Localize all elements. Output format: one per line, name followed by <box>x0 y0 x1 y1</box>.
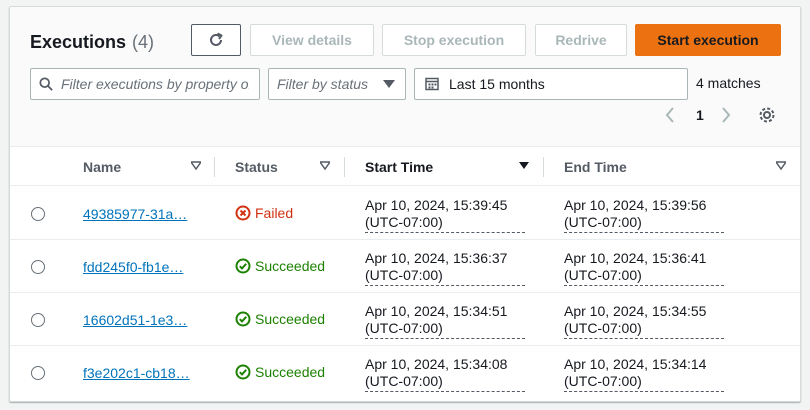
sort-icon <box>320 161 330 171</box>
page-title: Executions <box>30 32 127 52</box>
executions-header: Executions (4) View details Stop executi… <box>10 7 800 147</box>
end-time-date: Apr 10, 2024, 15:34:14 <box>564 356 707 372</box>
column-divider[interactable] <box>214 157 215 177</box>
start-time: Apr 10, 2024, 15:39:45 (UTC-07:00) <box>365 197 525 233</box>
start-time-date: Apr 10, 2024, 15:34:08 <box>365 356 508 372</box>
success-check-icon <box>235 364 251 380</box>
column-label-end-time: End Time <box>564 159 627 175</box>
column-header-end-time[interactable]: End Time <box>564 148 786 186</box>
status-text: Succeeded <box>255 311 326 327</box>
calendar-icon <box>425 77 439 91</box>
status-text: Succeeded <box>255 364 326 380</box>
execution-name-link[interactable]: 16602d51-1e3… <box>83 312 195 328</box>
search-placeholder: Filter executions by property or value <box>61 76 249 92</box>
executions-panel: Executions (4) View details Stop executi… <box>9 6 801 402</box>
execution-name-link[interactable]: f3e202c1-cb18… <box>83 365 195 381</box>
refresh-icon <box>210 32 223 46</box>
sort-icon <box>191 161 201 171</box>
status-indicator: Failed <box>235 205 293 221</box>
execution-name-link[interactable]: fdd245f0-fb1e… <box>83 259 195 275</box>
next-page-icon[interactable] <box>721 105 731 125</box>
status-text: Succeeded <box>255 258 326 274</box>
end-time-date: Apr 10, 2024, 15:34:55 <box>564 303 707 319</box>
refresh-button[interactable] <box>191 24 241 56</box>
end-time: Apr 10, 2024, 15:39:56 (UTC-07:00) <box>564 197 724 233</box>
sort-icon <box>776 161 786 171</box>
table-row[interactable]: 16602d51-1e3… Succeeded Apr 10, 2024, 15… <box>10 293 800 346</box>
current-page-number[interactable]: 1 <box>696 105 704 125</box>
row-select-radio[interactable] <box>31 313 45 327</box>
table-row[interactable]: fdd245f0-fb1e… Succeeded Apr 10, 2024, 1… <box>10 240 800 293</box>
end-time: Apr 10, 2024, 15:34:55 (UTC-07:00) <box>564 303 724 339</box>
end-time-zone: (UTC-07:00) <box>564 214 642 230</box>
execution-name-link[interactable]: 49385977-31a… <box>83 206 195 222</box>
date-range-filter[interactable]: Last 15 months <box>414 68 688 100</box>
column-label-status: Status <box>235 159 278 175</box>
table-row[interactable]: 49385977-31a… Failed Apr 10, 2024, 15:39… <box>10 187 800 240</box>
status-filter-select[interactable]: Filter by status <box>268 68 406 100</box>
previous-page-icon[interactable] <box>665 105 675 125</box>
start-time-zone: (UTC-07:00) <box>365 320 443 336</box>
end-time-zone: (UTC-07:00) <box>564 267 642 283</box>
status-filter-placeholder: Filter by status <box>277 76 369 92</box>
column-label-start-time: Start Time <box>365 159 434 175</box>
start-time-zone: (UTC-07:00) <box>365 373 443 389</box>
start-time: Apr 10, 2024, 15:36:37 (UTC-07:00) <box>365 250 525 286</box>
start-time-zone: (UTC-07:00) <box>365 267 443 283</box>
success-check-icon <box>235 311 251 327</box>
end-time: Apr 10, 2024, 15:34:14 (UTC-07:00) <box>564 356 724 392</box>
status-text: Failed <box>255 205 294 221</box>
table-row[interactable]: f3e202c1-cb18… Succeeded Apr 10, 2024, 1… <box>10 346 800 399</box>
end-time: Apr 10, 2024, 15:36:41 (UTC-07:00) <box>564 250 724 286</box>
stop-execution-button[interactable]: Stop execution <box>382 24 526 56</box>
end-time-zone: (UTC-07:00) <box>564 373 642 389</box>
execution-count: (4) <box>132 32 155 52</box>
error-icon <box>235 205 251 221</box>
column-label-name: Name <box>83 159 122 175</box>
column-header-status[interactable]: Status <box>235 148 330 186</box>
column-header-name[interactable]: Name <box>83 148 201 186</box>
sort-descending-icon <box>519 162 529 169</box>
end-time-zone: (UTC-07:00) <box>564 320 642 336</box>
search-icon <box>39 77 53 91</box>
end-time-date: Apr 10, 2024, 15:39:56 <box>564 197 707 213</box>
end-time-date: Apr 10, 2024, 15:36:41 <box>564 250 707 266</box>
start-time-date: Apr 10, 2024, 15:34:51 <box>365 303 508 319</box>
column-divider[interactable] <box>344 157 345 177</box>
row-select-radio[interactable] <box>31 207 45 221</box>
column-divider[interactable] <box>543 157 544 177</box>
start-time: Apr 10, 2024, 15:34:08 (UTC-07:00) <box>365 356 525 392</box>
status-indicator: Succeeded <box>235 311 325 327</box>
start-time: Apr 10, 2024, 15:34:51 (UTC-07:00) <box>365 303 525 339</box>
search-input[interactable]: Filter executions by property or value <box>30 68 260 100</box>
title-area: Executions (4) <box>30 32 154 53</box>
table-header: Name Status Start Time End Time <box>10 148 800 186</box>
start-execution-button[interactable]: Start execution <box>635 24 781 56</box>
start-time-date: Apr 10, 2024, 15:39:45 <box>365 197 508 213</box>
start-time-zone: (UTC-07:00) <box>365 214 443 230</box>
view-details-button[interactable]: View details <box>250 24 374 56</box>
redrive-button[interactable]: Redrive <box>535 24 627 56</box>
row-select-radio[interactable] <box>31 260 45 274</box>
start-time-date: Apr 10, 2024, 15:36:37 <box>365 250 508 266</box>
success-check-icon <box>235 258 251 274</box>
status-indicator: Succeeded <box>235 258 325 274</box>
date-range-value: Last 15 months <box>449 76 545 92</box>
status-indicator: Succeeded <box>235 364 325 380</box>
column-header-start-time[interactable]: Start Time <box>365 148 529 186</box>
caret-down-icon <box>383 80 395 88</box>
row-select-radio[interactable] <box>31 366 45 380</box>
settings-gear-icon[interactable] <box>758 105 776 125</box>
matches-count: 4 matches <box>696 75 761 91</box>
